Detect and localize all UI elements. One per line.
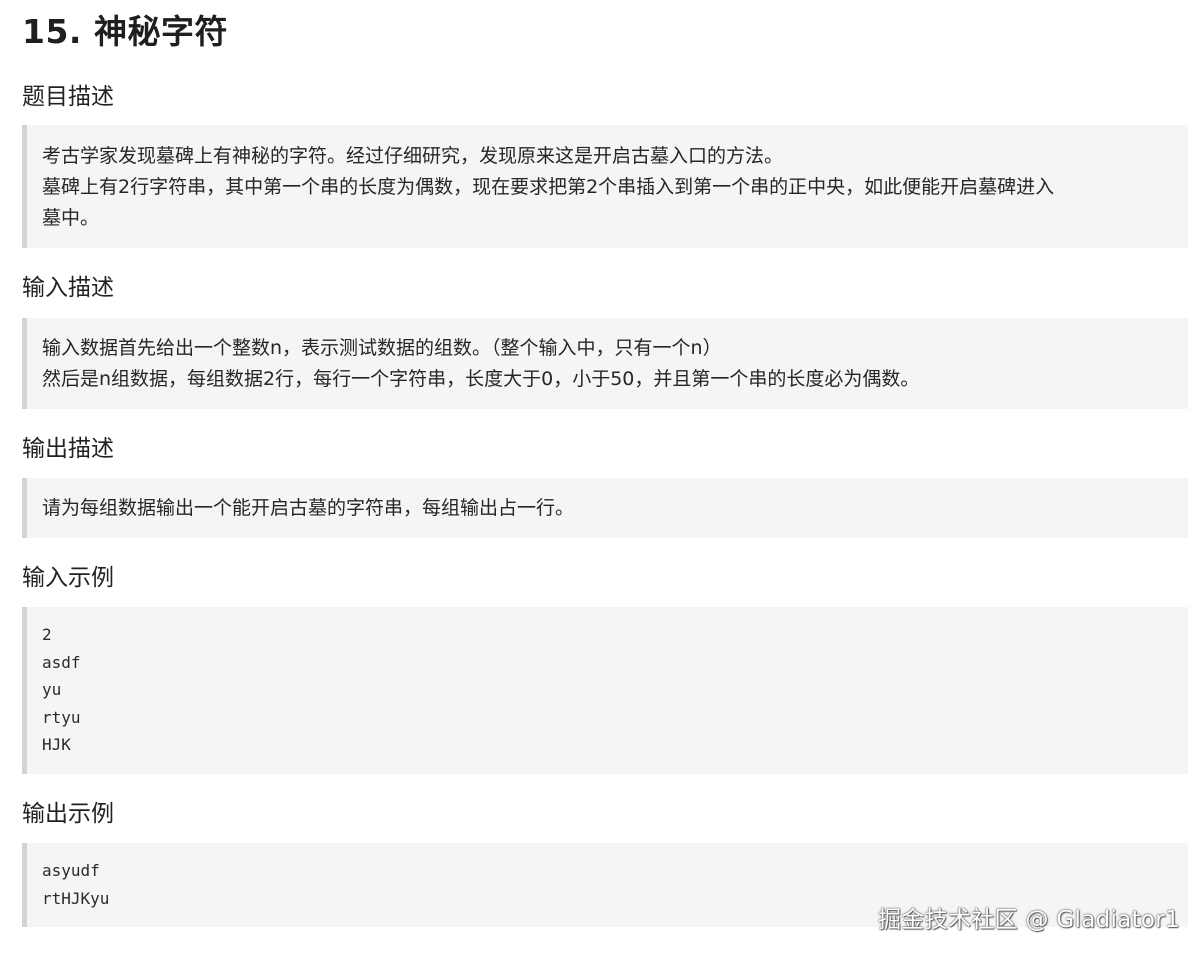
description-block: 考古学家发现墓碑上有神秘的字符。经过仔细研究，发现原来这是开启古墓入口的方法。 …: [22, 125, 1188, 248]
sample-input-line: yu: [42, 680, 62, 699]
description-line-2: 墓碑上有2行字符串，其中第一个串的长度为偶数，现在要求把第2个串插入到第一个串的…: [42, 176, 1055, 198]
sample-input-code-block: 2 asdf yu rtyu HJK: [22, 607, 1188, 774]
sample-output-heading: 输出示例: [22, 801, 114, 827]
input-block: 输入数据首先给出一个整数n，表示测试数据的组数。（整个输入中，只有一个n） 然后…: [22, 318, 1188, 409]
description-line-1: 考古学家发现墓碑上有神秘的字符。经过仔细研究，发现原来这是开启古墓入口的方法。: [42, 145, 784, 167]
output-block: 请为每组数据输出一个能开启古墓的字符串，每组输出占一行。: [22, 478, 1188, 538]
input-heading: 输入描述: [22, 275, 114, 301]
sample-input-line: rtyu: [42, 707, 81, 727]
sample-input-heading: 输入示例: [22, 565, 114, 591]
sample-input-line: 2: [42, 625, 52, 644]
watermark: 掘金技术社区 @ Gladiator1: [878, 907, 1180, 933]
sample-input-line: asdf: [42, 652, 81, 672]
description-heading: 题目描述: [22, 84, 114, 110]
description-line-3: 墓中。: [42, 207, 100, 229]
page-title: 15. 神秘字符: [22, 12, 228, 51]
sample-input-line: HJK: [42, 735, 71, 754]
sample-output-line: asyudf: [42, 861, 100, 880]
input-line-2: 然后是n组数据，每组数据2行，每行一个字符串，长度大于0，小于50，并且第一个串…: [42, 368, 920, 390]
output-line-1: 请为每组数据输出一个能开启古墓的字符串，每组输出占一行。: [42, 497, 575, 519]
input-line-1: 输入数据首先给出一个整数n，表示测试数据的组数。（整个输入中，只有一个n）: [42, 337, 722, 359]
output-heading: 输出描述: [22, 436, 114, 462]
